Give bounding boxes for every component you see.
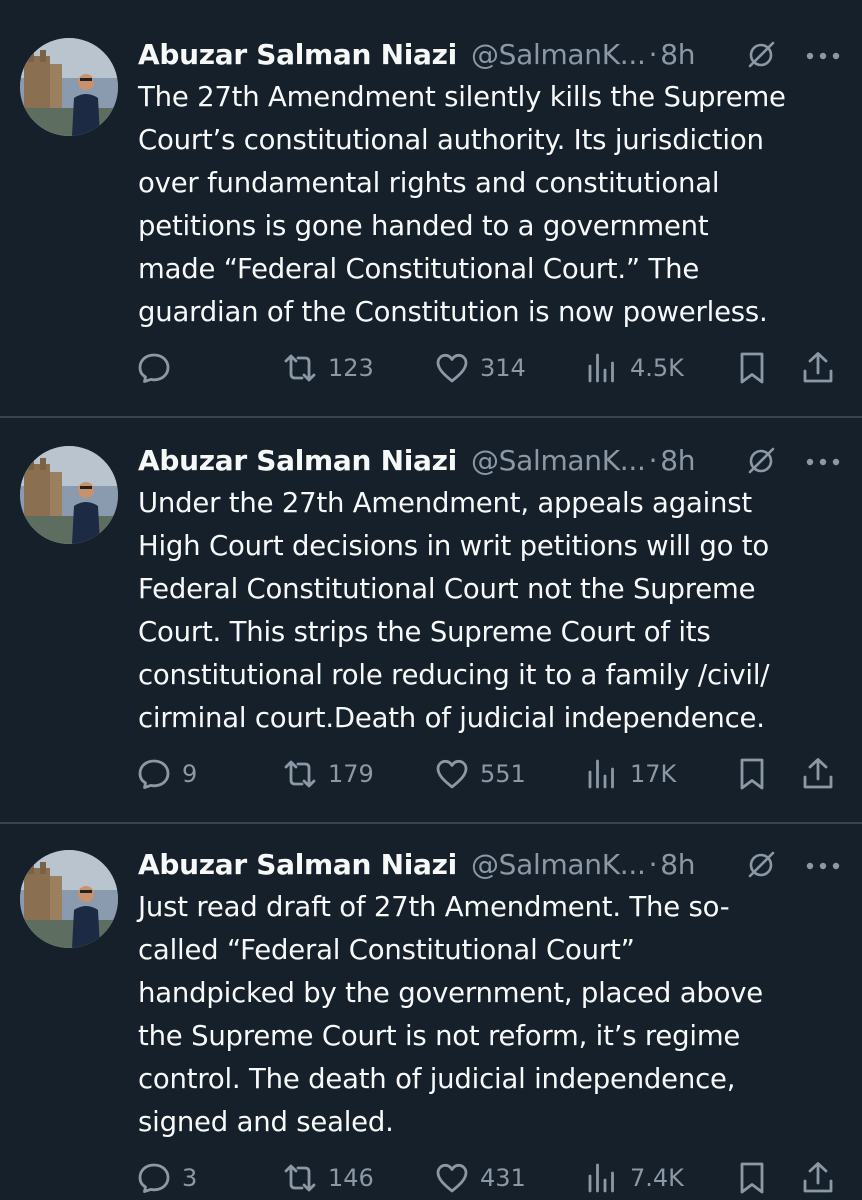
tweet-text: Just read draft of 27th Amendment. The s…: [138, 891, 764, 1138]
share-button[interactable]: [800, 752, 836, 796]
reply-count: 3: [182, 1164, 198, 1192]
views-button[interactable]: 7.4K: [584, 1156, 684, 1200]
retweet-count: 146: [328, 1164, 374, 1192]
grok-icon[interactable]: [746, 850, 776, 880]
reply-button[interactable]: [136, 346, 182, 390]
tweet-actions: 3 146 431 7.4K: [136, 1156, 846, 1200]
grok-icon[interactable]: [746, 40, 776, 70]
tweet-feed: Abuzar Salman Niazi @SalmanK... · 8h The…: [0, 0, 862, 1200]
avatar[interactable]: [20, 38, 118, 136]
tweet-actions: 123 314 4.5K: [136, 346, 846, 390]
bookmark-icon: [740, 352, 764, 384]
separator-dot: ·: [648, 37, 658, 71]
like-button[interactable]: 431: [434, 1156, 526, 1200]
heart-icon: [436, 1163, 468, 1193]
retweet-button[interactable]: 146: [282, 1156, 374, 1200]
author-name[interactable]: Abuzar Salman Niazi: [138, 444, 457, 477]
author-name[interactable]: Abuzar Salman Niazi: [138, 848, 457, 881]
tweet-actions: 9 179 551 17K: [136, 752, 846, 796]
retweet-icon: [284, 760, 316, 788]
retweet-icon: [284, 354, 316, 382]
more-icon[interactable]: [806, 458, 840, 466]
views-button[interactable]: 4.5K: [584, 346, 684, 390]
more-icon[interactable]: [806, 862, 840, 870]
like-button[interactable]: 314: [434, 346, 526, 390]
bookmark-button[interactable]: [734, 346, 770, 390]
author-handle[interactable]: @SalmanK...: [471, 848, 646, 881]
timestamp[interactable]: 8h: [660, 444, 695, 477]
views-icon: [588, 1163, 614, 1193]
views-count: 4.5K: [630, 354, 684, 382]
separator-dot: ·: [648, 443, 658, 477]
reply-icon: [138, 1163, 170, 1193]
author-handle[interactable]: @SalmanK...: [471, 444, 646, 477]
like-count: 314: [480, 354, 526, 382]
views-button[interactable]: 17K: [584, 752, 676, 796]
share-button[interactable]: [800, 346, 836, 390]
tweet-header: Abuzar Salman Niazi @SalmanK... · 8h: [138, 440, 848, 480]
tweet-header: Abuzar Salman Niazi @SalmanK... · 8h: [138, 34, 848, 74]
share-icon: [803, 1162, 833, 1193]
grok-icon[interactable]: [746, 446, 776, 476]
retweet-count: 123: [328, 354, 374, 382]
bookmark-button[interactable]: [734, 1156, 770, 1200]
timestamp[interactable]: 8h: [660, 38, 695, 71]
timestamp[interactable]: 8h: [660, 848, 695, 881]
views-icon: [588, 353, 614, 383]
more-icon[interactable]: [806, 52, 840, 60]
reply-button[interactable]: 3: [136, 1156, 197, 1200]
retweet-count: 179: [328, 760, 374, 788]
tweet-text: The 27th Amendment silently kills the Su…: [138, 81, 786, 328]
share-icon: [803, 758, 833, 789]
reply-icon: [138, 759, 170, 789]
share-button[interactable]: [800, 1156, 836, 1200]
retweet-button[interactable]: 179: [282, 752, 374, 796]
reply-count: 9: [182, 760, 198, 788]
views-count: 17K: [630, 760, 677, 788]
heart-icon: [436, 353, 468, 383]
tweet-header: Abuzar Salman Niazi @SalmanK... · 8h: [138, 844, 848, 884]
author-name[interactable]: Abuzar Salman Niazi: [138, 38, 457, 71]
share-icon: [803, 352, 833, 383]
tweet[interactable]: Abuzar Salman Niazi @SalmanK... · 8h The…: [0, 0, 862, 416]
tweet-text: Under the 27th Amendment, appeals agains…: [138, 487, 770, 734]
avatar[interactable]: [20, 446, 118, 544]
avatar-image: [20, 38, 118, 136]
separator-dot: ·: [648, 847, 658, 881]
bookmark-icon: [740, 758, 764, 790]
tweet[interactable]: Abuzar Salman Niazi @SalmanK... · 8h Jus…: [0, 822, 862, 1200]
reply-button[interactable]: 9: [136, 752, 197, 796]
bookmark-icon: [740, 1162, 764, 1194]
reply-icon: [138, 353, 170, 383]
views-icon: [588, 759, 614, 789]
retweet-button[interactable]: 123: [282, 346, 374, 390]
tweet[interactable]: Abuzar Salman Niazi @SalmanK... · 8h Und…: [0, 416, 862, 822]
avatar-image: [20, 850, 118, 948]
views-count: 7.4K: [630, 1164, 684, 1192]
bookmark-button[interactable]: [734, 752, 770, 796]
avatar[interactable]: [20, 850, 118, 948]
heart-icon: [436, 759, 468, 789]
like-button[interactable]: 551: [434, 752, 526, 796]
like-count: 431: [480, 1164, 526, 1192]
author-handle[interactable]: @SalmanK...: [471, 38, 646, 71]
avatar-image: [20, 446, 118, 544]
like-count: 551: [480, 760, 526, 788]
retweet-icon: [284, 1164, 316, 1192]
